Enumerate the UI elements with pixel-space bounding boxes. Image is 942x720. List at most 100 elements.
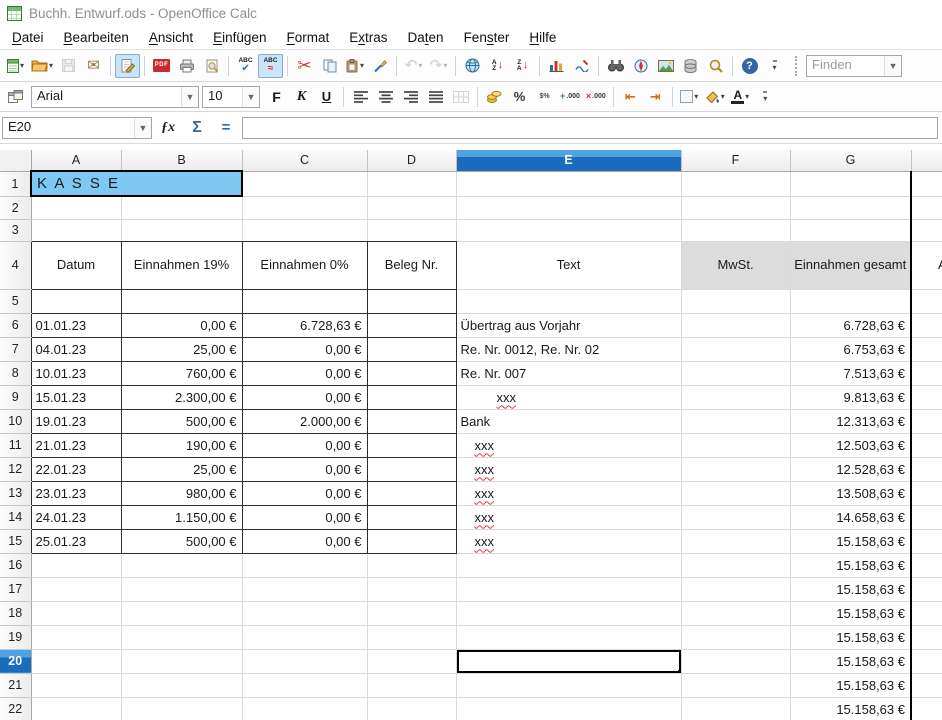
cell-E15[interactable]: xxx [456, 529, 681, 553]
cell-G18[interactable]: 15.158,63 € [790, 601, 911, 625]
cell-F17[interactable] [681, 577, 790, 601]
cell-D15[interactable] [367, 529, 456, 553]
cell-G19[interactable]: 15.158,63 € [790, 625, 911, 649]
insert-chart-button[interactable] [544, 54, 569, 78]
cell-E12[interactable]: xxx [456, 457, 681, 481]
page-preview-button[interactable] [199, 54, 224, 78]
align-center-button[interactable] [373, 85, 398, 109]
chevron-down-icon[interactable]: ▼ [242, 87, 259, 107]
undo-button[interactable]: ↶▾ [401, 54, 426, 78]
cell-G4[interactable]: Einnahmen gesamt [790, 241, 911, 289]
italic-button[interactable]: K [289, 85, 314, 109]
cell-A8[interactable]: 10.01.23 [31, 361, 121, 385]
cell-G10[interactable]: 12.313,63 € [790, 409, 911, 433]
currency-format-button[interactable] [482, 85, 507, 109]
cell-A4[interactable]: Datum [31, 241, 121, 289]
cell-B21[interactable] [121, 673, 242, 697]
cell-C11[interactable]: 0,00 € [242, 433, 367, 457]
cell-B2[interactable] [121, 196, 242, 219]
cell-F9[interactable] [681, 385, 790, 409]
formula-input[interactable] [242, 117, 938, 139]
cell-C12[interactable]: 0,00 € [242, 457, 367, 481]
cell-E13[interactable]: xxx [456, 481, 681, 505]
row-header-12[interactable]: 12 [0, 457, 31, 481]
cell-A10[interactable]: 19.01.23 [31, 409, 121, 433]
cell-F1[interactable] [681, 171, 790, 196]
cell-F13[interactable] [681, 481, 790, 505]
column-header-G[interactable]: G [790, 150, 911, 171]
row-header-5[interactable]: 5 [0, 289, 31, 313]
merge-cells-button[interactable] [448, 85, 473, 109]
align-left-button[interactable] [348, 85, 373, 109]
cell-F21[interactable] [681, 673, 790, 697]
row-header-6[interactable]: 6 [0, 313, 31, 337]
cell-G5[interactable] [790, 289, 911, 313]
cell-G20[interactable]: 15.158,63 € [790, 649, 911, 673]
column-header-partial[interactable] [911, 150, 942, 171]
cell-H14[interactable] [911, 505, 942, 529]
format-paintbrush-button[interactable] [367, 54, 392, 78]
cell-B12[interactable]: 25,00 € [121, 457, 242, 481]
cell-C21[interactable] [242, 673, 367, 697]
cell-E17[interactable] [456, 577, 681, 601]
cell-F20[interactable] [681, 649, 790, 673]
cell-H12[interactable] [911, 457, 942, 481]
cell-A12[interactable]: 22.01.23 [31, 457, 121, 481]
sort-descending-button[interactable]: ZA↓ [510, 54, 535, 78]
increase-indent-button[interactable]: ⇥ [643, 85, 668, 109]
zoom-button[interactable] [703, 54, 728, 78]
cell-reference[interactable]: E20 [3, 118, 134, 138]
toolbar-more-button[interactable]: ▾ [762, 54, 787, 78]
cell-C5[interactable] [242, 289, 367, 313]
cell-E6[interactable]: Übertrag aus Vorjahr [456, 313, 681, 337]
cell-B4[interactable]: Einnahmen 19% [121, 241, 242, 289]
column-header-A[interactable]: A [31, 150, 121, 171]
cell-G8[interactable]: 7.513,63 € [790, 361, 911, 385]
cell-A2[interactable] [31, 196, 121, 219]
cell-H21[interactable] [911, 673, 942, 697]
cell-E5[interactable] [456, 289, 681, 313]
cell-H10[interactable] [911, 409, 942, 433]
cell-C16[interactable] [242, 553, 367, 577]
cell-A9[interactable]: 15.01.23 [31, 385, 121, 409]
open-document-button[interactable]: ▾ [28, 54, 56, 78]
cell-H13[interactable] [911, 481, 942, 505]
cell-H19[interactable] [911, 625, 942, 649]
cell-B18[interactable] [121, 601, 242, 625]
cell-F3[interactable] [681, 219, 790, 241]
cell-B7[interactable]: 25,00 € [121, 337, 242, 361]
cell-E9[interactable]: xxx [456, 385, 681, 409]
cell-A13[interactable]: 23.01.23 [31, 481, 121, 505]
row-header-16[interactable]: 16 [0, 553, 31, 577]
cell-D11[interactable] [367, 433, 456, 457]
cell-E11[interactable]: xxx [456, 433, 681, 457]
bold-button[interactable]: F [264, 85, 289, 109]
row-header-21[interactable]: 21 [0, 673, 31, 697]
cell-D16[interactable] [367, 553, 456, 577]
cell-G9[interactable]: 9.813,63 € [790, 385, 911, 409]
cell-A20[interactable] [31, 649, 121, 673]
cell-A1-title[interactable]: K A S S E [31, 171, 242, 196]
cell-H16[interactable] [911, 553, 942, 577]
cell-A18[interactable] [31, 601, 121, 625]
export-pdf-button[interactable]: PDF [149, 54, 174, 78]
row-header-20[interactable]: 20 [0, 649, 31, 673]
toolbar-more-button[interactable]: ▾ [753, 85, 778, 109]
dropdown-caret-icon[interactable]: ▾ [745, 92, 749, 101]
cell-A21[interactable] [31, 673, 121, 697]
cell-D1[interactable] [367, 171, 456, 196]
name-box[interactable]: E20 ▼ [2, 117, 152, 139]
font-size-combobox[interactable]: 10 ▼ [202, 86, 260, 108]
cell-F2[interactable] [681, 196, 790, 219]
cell-H18[interactable] [911, 601, 942, 625]
cell-C9[interactable]: 0,00 € [242, 385, 367, 409]
cell-D20[interactable] [367, 649, 456, 673]
cell-E21[interactable] [456, 673, 681, 697]
dropdown-caret-icon[interactable]: ▾ [418, 61, 422, 70]
cell-B16[interactable] [121, 553, 242, 577]
row-header-4[interactable]: 4 [0, 241, 31, 289]
cell-B9[interactable]: 2.300,00 € [121, 385, 242, 409]
cell-E14[interactable]: xxx [456, 505, 681, 529]
paste-button[interactable]: ▾ [342, 54, 367, 78]
cell-D7[interactable] [367, 337, 456, 361]
